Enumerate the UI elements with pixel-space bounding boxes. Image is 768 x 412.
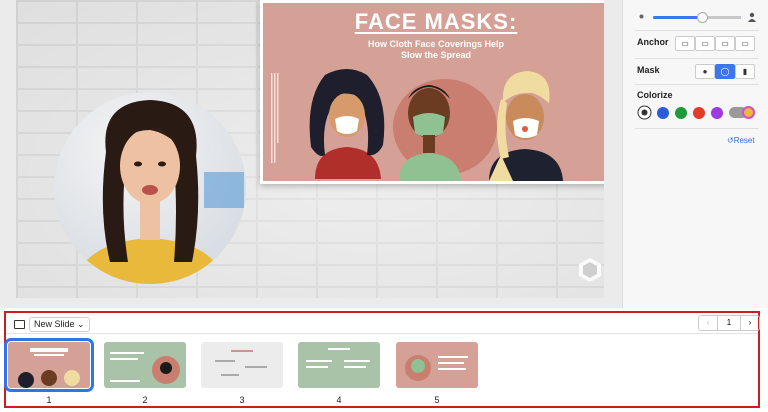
mask-label: Mask xyxy=(637,65,660,75)
color-none-icon[interactable] xyxy=(637,105,652,120)
mask-circle-icon[interactable]: ◯ xyxy=(715,64,735,79)
stage: FACE MASKS: How Cloth Face Coverings Hel… xyxy=(0,0,622,308)
mask-person-icon[interactable]: ● xyxy=(695,64,715,79)
properties-panel: Anchor ▭ ▭ ▭ ▭ Mask ● ◯ ▮ Colorize ↺Rese… xyxy=(622,0,768,308)
page-number[interactable]: 1 xyxy=(717,316,741,330)
slide-thumbnail-4[interactable] xyxy=(298,342,380,388)
slide-subtitle-line2: Slow the Spread xyxy=(400,50,471,60)
app-logo-icon xyxy=(579,258,601,282)
slide-number: 3 xyxy=(239,395,245,405)
swatch-blue[interactable] xyxy=(657,107,669,119)
color-wheel-icon[interactable] xyxy=(729,106,755,119)
colorize-label: Colorize xyxy=(637,90,673,100)
slide-number: 5 xyxy=(434,395,440,405)
reset-button[interactable]: ↺Reset xyxy=(727,136,755,145)
mask-rect-icon[interactable]: ▮ xyxy=(735,64,755,79)
slide-thumbnail-5[interactable] xyxy=(396,342,478,388)
anchor-bottom-right-button[interactable]: ▭ xyxy=(695,36,715,51)
slide-number: 2 xyxy=(142,395,148,405)
slide-thumbnail-3[interactable] xyxy=(201,342,283,388)
slide-thumbnail-1[interactable] xyxy=(4,338,94,392)
canvas-background: FACE MASKS: How Cloth Face Coverings Hel… xyxy=(16,0,604,298)
anchor-top-right-button[interactable]: ▭ xyxy=(735,36,755,51)
new-slide-icon xyxy=(14,319,25,329)
anchor-label: Anchor xyxy=(637,37,669,47)
swatch-red[interactable] xyxy=(693,107,705,119)
new-slide-dropdown[interactable]: New Slide ⌄ xyxy=(29,316,90,332)
divider xyxy=(635,30,759,31)
slide-title: FACE MASKS: xyxy=(354,9,518,34)
presenter-video xyxy=(74,100,244,284)
size-slider-thumb[interactable] xyxy=(697,12,708,23)
anchor-bottom-left-button[interactable]: ▭ xyxy=(675,36,695,51)
divider xyxy=(635,128,759,129)
reset-label: Reset xyxy=(733,136,755,145)
anchor-top-left-button[interactable]: ▭ xyxy=(715,36,735,51)
new-slide-button[interactable]: New Slide ⌄ xyxy=(14,316,90,332)
slide-preview[interactable]: FACE MASKS: How Cloth Face Coverings Hel… xyxy=(260,0,604,184)
slide-number: 1 xyxy=(46,395,52,405)
slide-subtitle: How Cloth Face Coverings Help Slow the S… xyxy=(263,39,604,61)
slide-thumbnail-2[interactable] xyxy=(104,342,186,388)
slide-number: 4 xyxy=(336,395,342,405)
divider xyxy=(635,58,759,59)
webcam-bubble[interactable] xyxy=(54,92,246,284)
reset-icon: ↺ xyxy=(727,136,734,145)
swatch-purple[interactable] xyxy=(711,107,723,119)
chevron-down-icon: ⌄ xyxy=(77,318,85,329)
person-icon xyxy=(748,12,756,22)
pager: ‹ 1 › xyxy=(698,315,760,331)
slide-vertical-text xyxy=(271,73,279,163)
chevron-left-icon[interactable]: ‹ xyxy=(699,316,717,330)
masked-people-illustration xyxy=(309,69,563,181)
chevron-right-icon[interactable]: › xyxy=(741,316,759,330)
swatch-green[interactable] xyxy=(675,107,687,119)
new-slide-label: New Slide xyxy=(34,318,75,329)
toolbar-divider xyxy=(6,333,758,334)
slide-subtitle-line1: How Cloth Face Coverings Help xyxy=(367,39,505,49)
brightness-low-icon xyxy=(639,14,644,19)
divider xyxy=(635,84,759,85)
